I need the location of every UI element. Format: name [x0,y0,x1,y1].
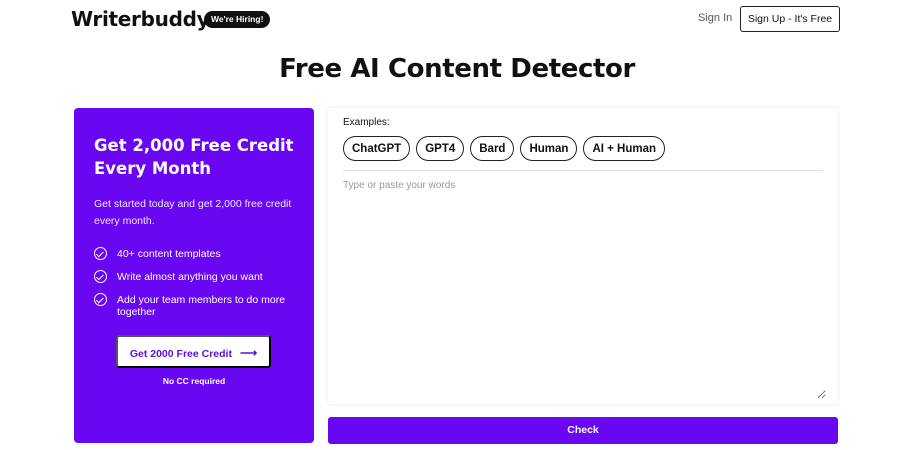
check-button[interactable]: Check [328,417,838,444]
free-credit-promo: Get 2,000 Free Credit Every Month Get st… [74,108,314,443]
check-circle-icon [94,293,107,306]
feature-item: Add your team members to do more togethe… [94,293,309,318]
example-chips: ChatGPT GPT4 Bard Human AI + Human [343,136,671,161]
promo-description: Get started today and get 2,000 free cre… [94,198,292,227]
example-chip-ai-human[interactable]: AI + Human [583,136,666,161]
example-chip-bard[interactable]: Bard [470,136,515,161]
content-text-input[interactable] [340,176,826,399]
writerbuddy-logo[interactable]: Writerbuddy [71,7,210,31]
example-chip-gpt4[interactable]: GPT4 [416,136,465,161]
site-header: Writerbuddy We're Hiring! Sign In Sign U… [0,0,914,40]
feature-item: Write almost anything you want [94,270,309,283]
divider [343,170,823,171]
example-chip-chatgpt[interactable]: ChatGPT [343,136,411,161]
hiring-badge[interactable]: We're Hiring! [204,11,271,28]
sign-in-link[interactable]: Sign In [698,12,732,24]
feature-label: 40+ content templates [117,248,221,260]
feature-label: Write almost anything you want [117,271,263,283]
get-free-credit-button[interactable]: Get 2000 Free Credit ⟶ [116,335,271,368]
arrow-right-icon: ⟶ [239,346,258,360]
feature-label: Add your team members to do more togethe… [117,294,286,318]
sign-up-button[interactable]: Sign Up - It's Free [740,6,840,32]
promo-heading: Get 2,000 Free Credit Every Month [94,136,294,178]
examples-label: Examples: [343,117,390,128]
cta-label: Get 2000 Free Credit [129,348,232,360]
check-circle-icon [94,270,107,283]
detector-panel: Examples: ChatGPT GPT4 Bard Human AI + H… [328,108,838,404]
page-title: Free AI Content Detector [279,54,635,84]
feature-item: 40+ content templates [94,247,309,260]
feature-list: 40+ content templates Write almost anyth… [94,247,309,329]
no-cc-note: No CC required [162,376,226,386]
example-chip-human[interactable]: Human [520,136,578,161]
check-circle-icon [94,247,107,260]
